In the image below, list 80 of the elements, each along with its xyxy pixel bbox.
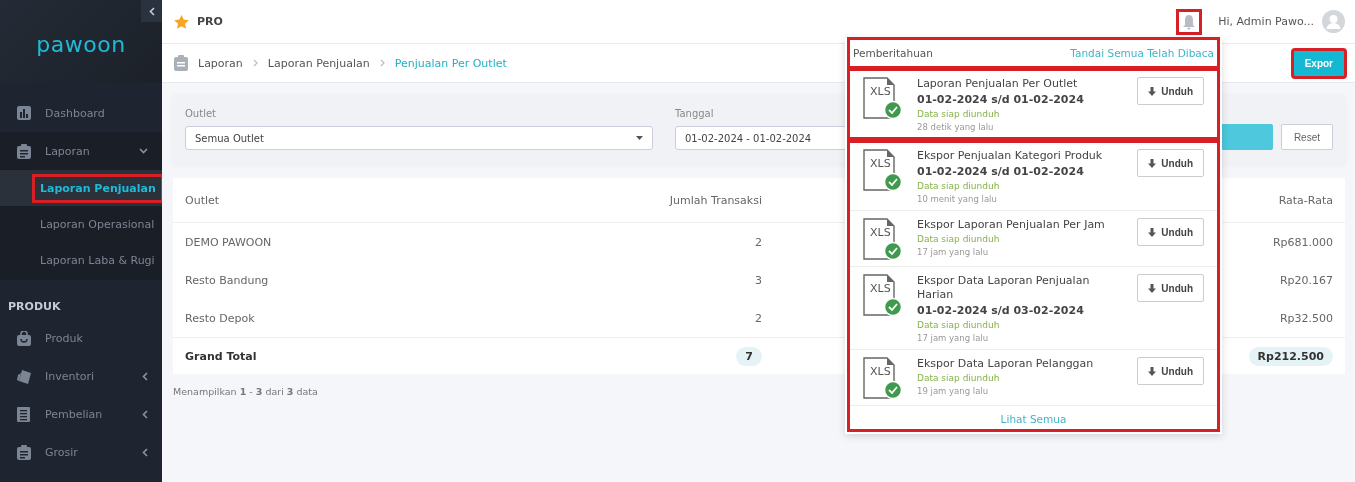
column-header: Outlet	[185, 193, 220, 207]
sidebar-item[interactable]: Grosir	[0, 433, 162, 471]
sidebar-item[interactable]: Inventori	[0, 357, 162, 395]
download-button[interactable]: Unduh	[1137, 357, 1204, 385]
table-cell: Rp32.500	[1279, 311, 1333, 325]
timestamp: 19 jam yang lalu	[917, 386, 990, 396]
reset-button[interactable]: Reset	[1280, 124, 1333, 150]
table-cell: Resto Bandung	[185, 273, 269, 287]
column-header: Jumlah Transaksi	[669, 193, 762, 207]
timestamp: 10 menit yang lalu	[917, 194, 998, 204]
section-heading: PRODUK	[7, 299, 62, 315]
notification-title: Laporan Penjualan Per Outlet	[917, 77, 1079, 91]
breadcrumb-link[interactable]: Laporan Penjualan	[267, 56, 370, 70]
status-text: Data siap diunduh	[917, 109, 1001, 119]
star-icon	[174, 14, 189, 29]
column-header: Rata-Rata	[1278, 193, 1333, 207]
notification-title: Ekspor Penjualan Kategori Produk	[917, 149, 1104, 163]
total-label: Grand Total	[185, 349, 257, 363]
status-text: Data siap diunduh	[917, 181, 1001, 191]
caret-down-icon	[636, 136, 643, 140]
download-button[interactable]: Unduh	[1137, 274, 1204, 302]
collapse-button[interactable]	[141, 0, 162, 22]
bell-icon	[1182, 13, 1197, 30]
submenu-item[interactable]: Laporan Penjualan	[0, 170, 162, 206]
shopping-bag-icon	[17, 330, 31, 346]
table-cell: 2	[755, 235, 762, 249]
download-arrow-icon	[1148, 158, 1157, 168]
status-text: Data siap diunduh	[917, 234, 1001, 244]
download-arrow-icon	[1148, 227, 1157, 237]
timestamp: 17 jam yang lalu	[917, 247, 990, 257]
sidebar-item[interactable]: Produk	[0, 319, 162, 357]
notification-title: Ekspor Data Laporan Pelanggan	[917, 357, 1095, 371]
date-range: 01-02-2024 s/d 03-02-2024	[917, 304, 1085, 318]
clipboard-icon	[17, 444, 31, 460]
download-arrow-icon	[1148, 283, 1157, 293]
sidebar-item[interactable]: Dashboard	[0, 94, 162, 132]
bar-chart-icon	[17, 105, 31, 121]
sidebar-item[interactable]: Laporan	[0, 132, 162, 170]
table-cell: Rp20.167	[1279, 273, 1333, 287]
total-badge: 7	[736, 346, 762, 366]
notification-title: Ekspor Laporan Penjualan Per Jam	[917, 218, 1106, 232]
status-text: Data siap diunduh	[917, 373, 1001, 383]
panel-title: Pemberitahuan	[853, 47, 933, 59]
sidebar-item[interactable]: Pembelian	[0, 395, 162, 433]
notification-title: Ekspor Data Laporan Penjualan Harian	[917, 274, 1091, 302]
document-list-icon	[17, 406, 31, 422]
download-button[interactable]: Unduh	[1137, 77, 1204, 105]
download-arrow-icon	[1148, 86, 1157, 96]
total-badge: Rp212.500	[1248, 346, 1333, 366]
submenu-item[interactable]: Laporan Laba & Rugi	[0, 242, 162, 278]
date-range: 01-02-2024 s/d 01-02-2024	[917, 165, 1085, 179]
date-range: 01-02-2024 s/d 01-02-2024	[917, 93, 1085, 107]
logo: pawoon	[36, 32, 126, 57]
table-cell: Rp681.000	[1272, 235, 1333, 249]
chevron-right-icon	[379, 59, 385, 67]
status-text: Data siap diunduh	[917, 320, 1001, 330]
timestamp: 17 jam yang lalu	[917, 333, 990, 343]
table-cell: DEMO PAWOON	[185, 235, 272, 249]
field-label: Outlet	[185, 108, 216, 119]
download-button[interactable]: Unduh	[1137, 149, 1204, 177]
notification-item[interactable]: XLS Laporan Penjualan Per Outlet 01-02-2024 s/d 01-02-2024 Data siap diunduh 28 detik yang lalu Unduh	[849, 70, 1218, 138]
user-greeting[interactable]: Hi, Admin Pawo...	[1218, 15, 1314, 28]
download-arrow-icon	[1148, 366, 1157, 376]
clipboard-icon	[17, 143, 31, 159]
notification-button[interactable]	[1178, 10, 1201, 33]
breadcrumb-link[interactable]: Laporan	[198, 56, 243, 70]
avatar-icon	[1322, 10, 1345, 33]
cards-icon	[17, 368, 31, 384]
table-cell: 3	[755, 273, 762, 287]
chevron-left-icon	[148, 6, 155, 16]
table-cell: 2	[755, 311, 762, 325]
plan-label: PRO	[197, 15, 224, 28]
outlet-dropdown[interactable]: Semua Outlet	[185, 126, 653, 150]
field-label: Tanggal	[675, 108, 714, 119]
pagination-info: Menampilkan 1 - 3 dari 3 data	[173, 386, 318, 397]
submenu-item[interactable]: Laporan Operasional	[0, 206, 162, 242]
chevron-right-icon	[252, 59, 258, 67]
table-cell: Resto Depok	[185, 311, 255, 325]
download-button[interactable]: Unduh	[1137, 218, 1204, 246]
clipboard-icon	[174, 55, 188, 71]
